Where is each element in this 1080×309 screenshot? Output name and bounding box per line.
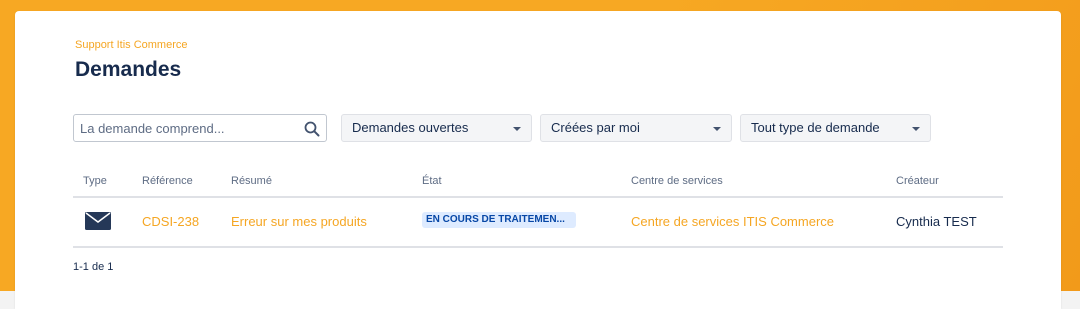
search-field[interactable] [73, 114, 327, 142]
requests-card: Support Itis Commerce Demandes Demandes … [15, 11, 1061, 309]
chevron-down-icon [513, 127, 521, 131]
column-header-service-desk: Centre de services [631, 175, 723, 187]
request-reference-link[interactable]: CDSI-238 [142, 214, 199, 229]
type-filter-select[interactable]: Tout type de demande [740, 114, 931, 142]
column-header-status: État [422, 175, 442, 187]
service-desk-link[interactable]: Centre de services ITIS Commerce [631, 214, 834, 229]
table-row-divider [73, 246, 1003, 248]
chevron-down-icon [713, 127, 721, 131]
type-filter-value: Tout type de demande [751, 120, 880, 135]
status-badge: EN COURS DE TRAITEMEN... [422, 212, 576, 228]
column-header-creator: Créateur [896, 175, 939, 187]
column-header-summary: Résumé [231, 175, 272, 187]
column-header-reference: Référence [142, 175, 193, 187]
mail-icon [85, 212, 111, 230]
chevron-down-icon [912, 127, 920, 131]
pagination-info: 1-1 de 1 [73, 261, 114, 273]
creator-filter-select[interactable]: Créées par moi [540, 114, 732, 142]
column-header-type: Type [83, 175, 107, 187]
creator-filter-value: Créées par moi [551, 120, 640, 135]
status-filter-select[interactable]: Demandes ouvertes [341, 114, 532, 142]
breadcrumb[interactable]: Support Itis Commerce [75, 39, 187, 51]
table-header-divider [73, 196, 1003, 198]
status-filter-value: Demandes ouvertes [352, 120, 469, 135]
search-input[interactable] [74, 115, 295, 141]
page-title: Demandes [75, 58, 182, 81]
search-icon[interactable] [304, 121, 320, 137]
creator-name: Cynthia TEST [896, 214, 977, 229]
request-summary-link[interactable]: Erreur sur mes produits [231, 214, 367, 229]
